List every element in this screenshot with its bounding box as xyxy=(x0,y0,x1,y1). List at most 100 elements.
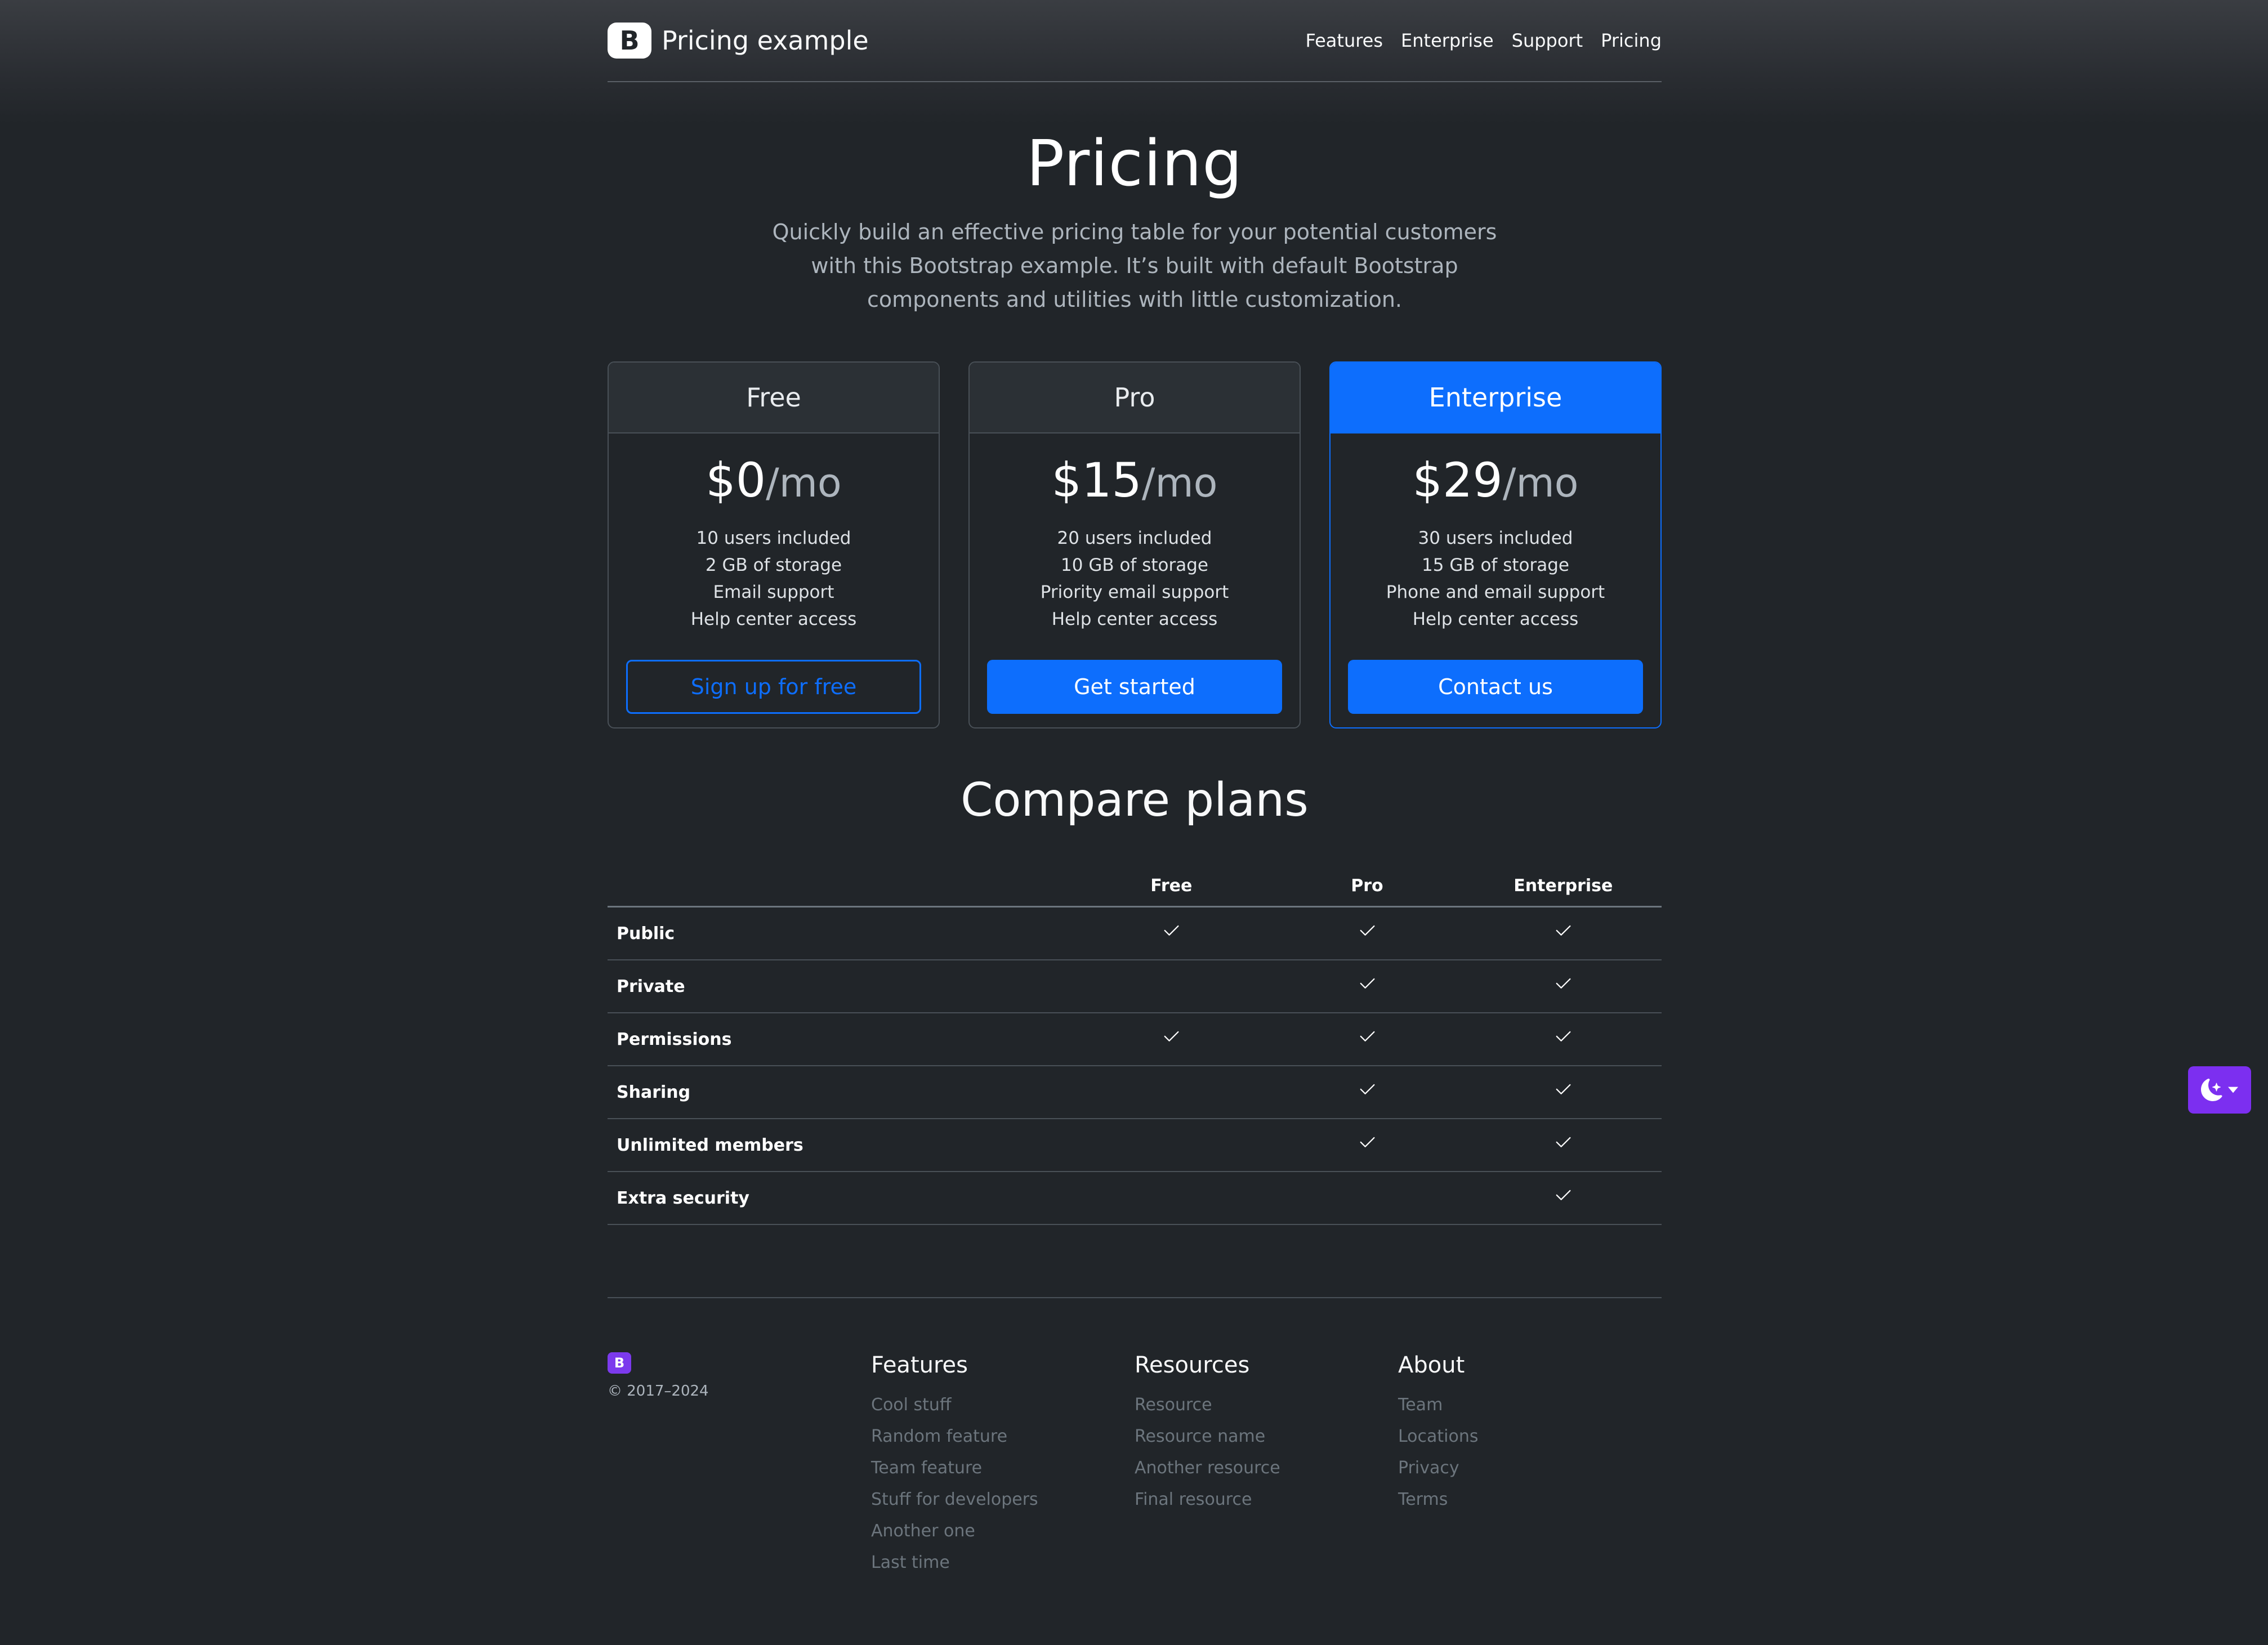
brand-link[interactable]: B Pricing example xyxy=(608,23,869,59)
row-label: Extra security xyxy=(608,1172,1074,1226)
plan-feature: Email support xyxy=(713,582,834,602)
footer-column-title: Features xyxy=(871,1352,968,1379)
brand-name: Pricing example xyxy=(662,25,869,56)
check-icon xyxy=(1556,1137,1571,1147)
footer-column-title: About xyxy=(1398,1352,1465,1379)
price-period: /mo xyxy=(1141,460,1218,506)
check-icon xyxy=(1360,1137,1375,1147)
nav-support[interactable]: Support xyxy=(1512,30,1583,51)
plan-feature: 2 GB of storage xyxy=(705,555,842,575)
check-icon xyxy=(1556,1084,1571,1094)
plan-name: Free xyxy=(609,363,939,433)
table-row: Private xyxy=(608,960,1662,1014)
check-icon xyxy=(1556,1031,1571,1041)
check-icon xyxy=(1360,1084,1375,1094)
table-cell xyxy=(1465,1172,1662,1226)
table-cell xyxy=(1073,1172,1270,1226)
main-container: B Pricing example Features Enterprise Su… xyxy=(608,0,1662,1579)
column-header: Enterprise xyxy=(1465,865,1662,908)
footer-link[interactable]: Privacy xyxy=(1398,1452,1662,1484)
sign-up-free-button[interactable]: Sign up for free xyxy=(626,660,921,714)
pricing-cards: Free $0/mo 10 users included 2 GB of sto… xyxy=(608,361,1662,728)
main-nav: Features Enterprise Support Pricing xyxy=(1305,30,1662,51)
price-period: /mo xyxy=(766,460,842,506)
footer-link[interactable]: Team xyxy=(1398,1389,1662,1421)
footer-link[interactable]: Stuff for developers xyxy=(871,1484,1135,1516)
check-icon xyxy=(1164,1031,1179,1041)
footer-link[interactable]: Resource xyxy=(1135,1389,1398,1421)
nav-features[interactable]: Features xyxy=(1305,30,1383,51)
table-cell xyxy=(1269,960,1465,1014)
table-cell xyxy=(1465,1066,1662,1120)
footer-column-about: About Team Locations Privacy Terms xyxy=(1398,1352,1662,1579)
footer-link[interactable]: Cool stuff xyxy=(871,1389,1135,1421)
row-label: Permissions xyxy=(608,1013,1074,1067)
table-cell xyxy=(1465,1013,1662,1067)
plan-features: 20 users included 10 GB of storage Prior… xyxy=(970,525,1300,633)
site-header: B Pricing example Features Enterprise Su… xyxy=(608,0,1662,82)
check-icon xyxy=(1360,1031,1375,1041)
copyright: © 2017–2024 xyxy=(608,1383,709,1400)
table-cell xyxy=(1073,1013,1270,1067)
plan-features: 10 users included 2 GB of storage Email … xyxy=(609,525,939,633)
plan-features: 30 users included 15 GB of storage Phone… xyxy=(1331,525,1660,633)
check-icon xyxy=(1164,925,1179,936)
pricing-hero: Pricing Quickly build an effective prici… xyxy=(608,127,1662,316)
plan-feature: Help center access xyxy=(690,609,857,629)
plan-feature: Phone and email support xyxy=(1386,582,1605,602)
table-cell xyxy=(1269,1013,1465,1067)
compare-title: Compare plans xyxy=(961,774,1309,827)
compare-table: Free Pro Enterprise Public Private Permiss… xyxy=(608,865,1662,1226)
plan-name: Enterprise xyxy=(1331,363,1660,433)
theme-toggle-button[interactable] xyxy=(2188,1066,2251,1114)
table-cell xyxy=(1269,1119,1465,1173)
nav-pricing[interactable]: Pricing xyxy=(1601,30,1662,51)
contact-us-button[interactable]: Contact us xyxy=(1348,660,1643,714)
plan-price: $15/mo xyxy=(970,453,1300,508)
footer-link[interactable]: Final resource xyxy=(1135,1484,1398,1516)
row-label: Private xyxy=(608,960,1074,1014)
table-cell xyxy=(1073,906,1270,961)
column-header: Pro xyxy=(1269,865,1465,908)
footer-column-features: Features Cool stuff Random feature Team … xyxy=(871,1352,1135,1579)
row-label: Unlimited members xyxy=(608,1119,1074,1173)
bootstrap-logo-icon: B xyxy=(608,1352,631,1374)
price-amount: $29 xyxy=(1412,453,1503,508)
column-header: Free xyxy=(1073,865,1270,908)
table-cell xyxy=(1269,1172,1465,1226)
plan-feature: 10 GB of storage xyxy=(1061,555,1208,575)
plan-price: $0/mo xyxy=(609,453,939,508)
nav-enterprise[interactable]: Enterprise xyxy=(1401,30,1494,51)
table-cell xyxy=(1269,1066,1465,1120)
table-row: Unlimited members xyxy=(608,1119,1662,1173)
get-started-button[interactable]: Get started xyxy=(987,660,1282,714)
footer-link[interactable]: Resource name xyxy=(1135,1421,1398,1452)
plan-feature: 10 users included xyxy=(696,528,851,548)
footer-link[interactable]: Random feature xyxy=(871,1421,1135,1452)
table-row: Sharing xyxy=(608,1066,1662,1120)
feature-column-header xyxy=(608,865,1074,908)
page-title: Pricing xyxy=(1026,127,1243,200)
site-footer: B © 2017–2024 Features Cool stuff Random… xyxy=(608,1297,1662,1579)
plan-feature: Help center access xyxy=(1412,609,1579,629)
bootstrap-logo-icon: B xyxy=(608,23,651,59)
footer-column-title: Resources xyxy=(1135,1352,1250,1379)
price-period: /mo xyxy=(1502,460,1579,506)
check-icon xyxy=(1556,1190,1571,1200)
footer-link[interactable]: Another one xyxy=(871,1516,1135,1547)
footer-link[interactable]: Locations xyxy=(1398,1421,1662,1452)
table-cell xyxy=(1465,906,1662,961)
table-cell xyxy=(1073,1066,1270,1120)
plan-feature: Help center access xyxy=(1051,609,1218,629)
plan-feature: Priority email support xyxy=(1040,582,1229,602)
footer-link[interactable]: Terms xyxy=(1398,1484,1662,1516)
compare-table-head: Free Pro Enterprise xyxy=(608,865,1662,908)
table-row: Public xyxy=(608,906,1662,961)
table-cell xyxy=(1269,906,1465,961)
footer-link[interactable]: Another resource xyxy=(1135,1452,1398,1484)
footer-link[interactable]: Team feature xyxy=(871,1452,1135,1484)
plan-price: $29/mo xyxy=(1331,453,1660,508)
plan-card-enterprise: Enterprise $29/mo 30 users included 15 G… xyxy=(1329,361,1662,728)
table-row: Permissions xyxy=(608,1013,1662,1067)
footer-link[interactable]: Last time xyxy=(871,1547,1135,1579)
